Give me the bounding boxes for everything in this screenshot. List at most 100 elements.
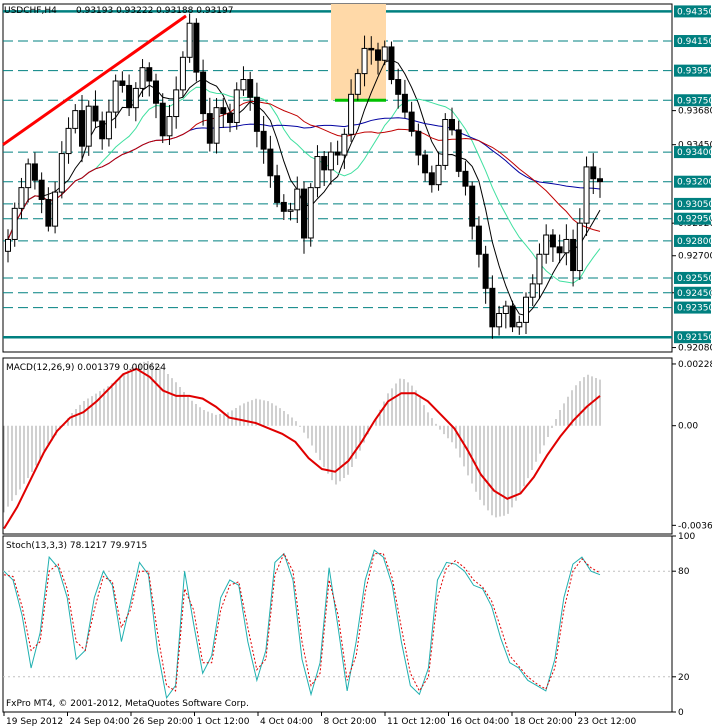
candle-body bbox=[274, 175, 281, 203]
time-tick-label: 8 Oct 20:00 bbox=[324, 717, 377, 727]
candle bbox=[442, 113, 449, 170]
price-tag: 0.92350 bbox=[674, 301, 712, 314]
candle-body bbox=[72, 110, 79, 129]
price-tag-label: 0.93200 bbox=[677, 178, 712, 188]
price-tag: 0.92450 bbox=[674, 286, 712, 299]
price-tag: 0.94150 bbox=[674, 35, 712, 48]
candle bbox=[179, 51, 186, 97]
price-tag-label: 0.93400 bbox=[677, 148, 712, 158]
candle-body bbox=[334, 151, 341, 156]
candle-body bbox=[435, 164, 442, 186]
candle-body bbox=[576, 222, 583, 272]
price-tag-label: 0.92350 bbox=[677, 304, 712, 314]
candle-body bbox=[132, 87, 139, 109]
stoch-tick-label: 20 bbox=[678, 673, 690, 683]
candle-body bbox=[368, 47, 375, 51]
candle-body bbox=[166, 116, 173, 137]
candle-body bbox=[341, 133, 348, 156]
candle-body bbox=[314, 156, 321, 189]
chart-canvas[interactable]: 0.936800.934500.929200.927000.924500.920… bbox=[0, 0, 712, 727]
price-tag: 0.94350 bbox=[674, 5, 712, 18]
candle-body bbox=[536, 253, 543, 285]
price-tag-label: 0.92450 bbox=[677, 289, 712, 299]
candle-body bbox=[153, 80, 159, 104]
candle-body bbox=[126, 84, 133, 109]
candle-body bbox=[233, 89, 240, 123]
candle-body bbox=[38, 179, 45, 200]
candle-body bbox=[523, 296, 529, 323]
candle-body bbox=[361, 47, 368, 75]
candle-body bbox=[570, 238, 577, 272]
candle-body bbox=[159, 102, 166, 137]
candle-body bbox=[375, 49, 381, 61]
candle-body bbox=[482, 253, 489, 289]
stoch-tick-label: 80 bbox=[678, 567, 690, 577]
candle bbox=[233, 82, 240, 130]
macd-tick-label: -0.00368 bbox=[678, 521, 712, 531]
time-tick-label: 16 Oct 04:00 bbox=[451, 717, 510, 727]
candle-body bbox=[563, 238, 570, 254]
price-tick-label: 0.93680 bbox=[678, 107, 712, 117]
stoch-title: Stoch(13,3,3) 78.1217 79.9715 bbox=[6, 541, 147, 551]
macd-axis: 0.00228 0.00 -0.00368 bbox=[672, 360, 712, 531]
candle-body bbox=[206, 113, 213, 144]
candle-body bbox=[408, 111, 415, 132]
candle-body bbox=[597, 178, 603, 183]
price-tag: 0.93750 bbox=[674, 94, 712, 107]
candle-body bbox=[85, 105, 92, 147]
candle-body bbox=[25, 163, 32, 189]
price-tag-label: 0.92550 bbox=[677, 274, 712, 284]
candle-body bbox=[18, 187, 25, 209]
time-tick-label: 26 Sep 20:00 bbox=[133, 717, 193, 727]
candle-body bbox=[388, 46, 395, 81]
macd-panel-frame bbox=[2, 357, 673, 535]
candle-body bbox=[354, 73, 361, 95]
candle-body bbox=[294, 188, 301, 211]
price-tag: 0.92950 bbox=[674, 212, 712, 225]
symbol-label: USDCHF,H4 bbox=[4, 6, 57, 16]
candle-body bbox=[31, 163, 38, 181]
candle-body bbox=[139, 67, 146, 89]
stoch-tick-label: 100 bbox=[678, 532, 695, 542]
candle bbox=[388, 41, 395, 85]
candle-body bbox=[307, 187, 314, 239]
candle-body bbox=[193, 22, 200, 73]
candle-body bbox=[462, 170, 469, 187]
candle-body bbox=[583, 166, 590, 224]
price-tag-label: 0.93050 bbox=[677, 200, 712, 210]
candle-body bbox=[287, 209, 294, 212]
candle-body bbox=[52, 191, 59, 227]
price-tag-label: 0.93950 bbox=[677, 67, 712, 77]
price-tag: 0.92150 bbox=[674, 331, 712, 344]
candle-body bbox=[213, 107, 220, 144]
time-tick-label: 19 Sep 2012 bbox=[6, 717, 63, 727]
candle-body bbox=[5, 238, 11, 252]
price-tag: 0.93050 bbox=[674, 197, 712, 210]
macd-tick-label: 0.00 bbox=[678, 422, 698, 432]
candle-body bbox=[267, 148, 274, 177]
candle-body bbox=[321, 156, 328, 171]
stoch-panel: 100 80 20 0 Stoch(13,3,3) 78.1217 79.9715 F… bbox=[2, 532, 695, 718]
candle-body bbox=[105, 111, 112, 140]
candle-body bbox=[327, 151, 334, 171]
copyright-label: FxPro MT4, © 2001-2012, MetaQuotes Softw… bbox=[6, 699, 249, 709]
price-tag: 0.92550 bbox=[674, 271, 712, 284]
candle-body bbox=[348, 93, 355, 135]
candle-body bbox=[253, 96, 260, 132]
price-tag-label: 0.92800 bbox=[677, 237, 712, 247]
candle-body bbox=[455, 129, 462, 172]
candle-body bbox=[489, 287, 496, 328]
candle-body bbox=[422, 154, 429, 174]
candle-body bbox=[179, 56, 186, 91]
price-tag: 0.93400 bbox=[674, 146, 712, 159]
candle-body bbox=[381, 46, 388, 61]
candle-body bbox=[240, 79, 247, 91]
candle-body bbox=[92, 105, 99, 122]
stoch-axis: 100 80 20 0 bbox=[672, 532, 695, 718]
candle-body bbox=[280, 201, 287, 212]
candle-body bbox=[65, 127, 72, 155]
candle-body bbox=[509, 305, 516, 328]
candle-body bbox=[247, 79, 254, 98]
candle-body bbox=[449, 119, 455, 131]
price-tag-label: 0.92950 bbox=[677, 215, 712, 225]
